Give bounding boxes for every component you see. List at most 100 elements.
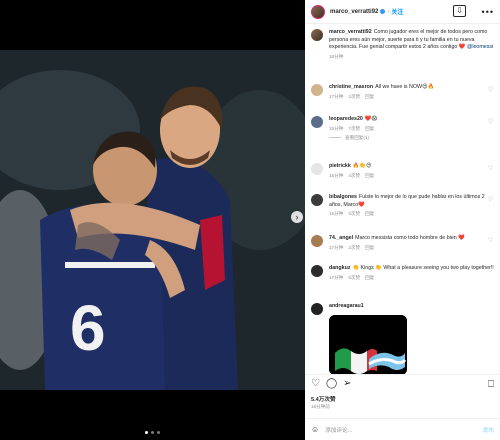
caption-mention[interactable]: @leomessi — [467, 44, 493, 50]
comment-item: bibalgones Fuiste lo mejor de lo que pude… — [311, 194, 496, 217]
comment-body: ❤️😱 — [364, 116, 377, 122]
comment-time: 17分钟 — [329, 274, 344, 280]
italy-argentina-flags-image — [329, 314, 407, 374]
bookmark-icon[interactable]: ⎕ — [488, 379, 494, 390]
more-options-icon[interactable]: ••• — [482, 7, 494, 17]
commenter-username[interactable]: christine_masron — [329, 84, 373, 90]
commenter-username[interactable]: 74._angel — [329, 235, 353, 241]
action-icons: ♡ ◯ ➢ — [311, 379, 352, 389]
comment-item: andreagarau1 — [311, 303, 496, 374]
comment-meta: 17分钟 2次赞 回复 — [329, 245, 496, 251]
commenter-avatar[interactable] — [311, 163, 323, 175]
comment-like-icon[interactable]: ♡ — [488, 165, 493, 172]
caption-username[interactable]: marco_verratti92 — [329, 29, 372, 35]
comment-input[interactable]: 添加评论... — [325, 426, 352, 434]
comment-time: 15分钟 — [329, 125, 344, 131]
comment-like-icon[interactable]: ♡ — [488, 237, 493, 244]
next-slide-button[interactable]: › — [291, 211, 303, 223]
post-media: 6 › — [0, 0, 305, 440]
comment-item: christine_masron All we have is NOW😍🔥 17分… — [311, 84, 496, 100]
comment-body: Marco messista como todo hombre de bien … — [355, 235, 465, 241]
svg-text:6: 6 — [70, 292, 106, 364]
comment-body: 🔥👏😍 — [352, 163, 372, 169]
comment-time: 17分钟 — [329, 244, 344, 250]
comment-body: All we have is NOW😍🔥 — [375, 84, 435, 90]
comment-item: pietrickk 🔥👏😍 15分钟 4次赞 回复 ♡ — [311, 163, 496, 179]
comment-meta: 17分钟 2次赞 回复 — [329, 94, 496, 100]
reply-button[interactable]: 回复 — [365, 94, 374, 99]
comment-likes[interactable]: 7次赞 — [348, 126, 360, 131]
comment-like-icon[interactable]: ♡ — [488, 196, 493, 203]
commenter-avatar[interactable] — [311, 116, 323, 128]
verified-icon — [380, 9, 386, 14]
comment-text: leoparedes20 ❤️😱 — [329, 116, 496, 124]
commenter-avatar[interactable] — [311, 235, 323, 247]
comment-icon[interactable]: ◯ — [326, 379, 337, 389]
commenter-username[interactable]: leoparedes20 — [329, 116, 363, 122]
likes-count[interactable]: 5.4万次赞 — [311, 395, 336, 403]
comment-item: dangkuz 👏 Kings 👏 What a pleasure seeing … — [311, 265, 496, 281]
comment-likes[interactable]: 2次赞 — [348, 94, 360, 99]
follow-button[interactable]: 关注 — [391, 7, 403, 16]
comment-meta: 15分钟 4次赞 回复 — [329, 173, 496, 179]
post-actions: ♡ ◯ ➢ ⎕ 5.4万次赞 18分钟前 — [305, 374, 500, 424]
comment-meta: 15分钟 7次赞 回复 — [329, 126, 496, 132]
comment-time: 17分钟 — [329, 93, 344, 99]
comment-item: leoparedes20 ❤️😱 15分钟 7次赞 回复 查看回复(1) ♡ — [311, 116, 496, 141]
carousel-dot — [157, 431, 160, 434]
comment-like-icon[interactable]: ♡ — [488, 86, 493, 93]
commenter-username[interactable]: pietrickk — [329, 163, 351, 169]
comment-like-icon[interactable]: ♡ — [488, 118, 493, 125]
comment-text: bibalgones Fuiste lo mejor de lo que pude… — [329, 194, 496, 209]
comment-likes[interactable]: 2次赞 — [348, 245, 360, 250]
comment-text: pietrickk 🔥👏😍 — [329, 163, 496, 171]
reply-button[interactable]: 回复 — [365, 245, 374, 250]
commenter-avatar[interactable] — [311, 303, 323, 315]
author-username[interactable]: marco_verratti92 — [330, 9, 378, 15]
caption-meta: 18分钟 — [329, 54, 496, 60]
commenter-username[interactable]: dangkuz — [329, 265, 350, 271]
comment-time: 15分钟 — [329, 211, 344, 216]
emoji-icon[interactable]: ☺ — [311, 425, 319, 434]
players-hugging-image: 6 — [0, 50, 305, 390]
reply-button[interactable]: 回复 — [365, 126, 374, 131]
post-comment-button[interactable]: 发布 — [483, 426, 494, 434]
comment-text: christine_masron All we have is NOW😍🔥 — [329, 84, 496, 92]
caption-text: marco_verratti92 Como jugador eres el mej… — [329, 29, 496, 52]
comment-meta: 15分钟 3次赞 回复 — [329, 211, 496, 217]
commenter-avatar[interactable] — [311, 84, 323, 96]
post-side-panel: marco_verratti92 · 关注 ••• ⇩ marco_verrat… — [305, 0, 500, 440]
carousel-dot — [151, 431, 154, 434]
commenter-avatar[interactable] — [311, 265, 323, 277]
commenter-username[interactable]: bibalgones — [329, 194, 357, 200]
post-time: 18分钟前 — [311, 404, 330, 409]
comment-body: 👏 Kings 👏 What a pleasure seeing you two… — [352, 265, 494, 271]
share-icon[interactable]: ➢ — [343, 379, 351, 389]
commenter-username[interactable]: andreagarau1 — [329, 303, 364, 309]
reply-button[interactable]: 回复 — [365, 173, 374, 178]
view-replies-button[interactable]: 查看回复(1) — [329, 135, 496, 141]
comment-likes[interactable]: 3次赞 — [348, 211, 360, 216]
add-comment-bar: ☺ 添加评论... 发布 — [305, 418, 500, 440]
comment-text: dangkuz 👏 Kings 👏 What a pleasure seeing … — [329, 265, 496, 273]
author-avatar[interactable] — [311, 29, 323, 41]
post-header: marco_verratti92 · 关注 ••• — [305, 0, 500, 24]
heart-icon[interactable]: ♡ — [311, 379, 320, 389]
author-avatar[interactable] — [311, 4, 325, 19]
caption-item: marco_verratti92 Como jugador eres el mej… — [311, 29, 496, 60]
comment-time: 15分钟 — [329, 172, 344, 178]
commenter-avatar[interactable] — [311, 194, 323, 206]
caption-time: 18分钟 — [329, 53, 344, 59]
comment-likes[interactable]: 5次赞 — [348, 275, 360, 280]
reply-button[interactable]: 回复 — [365, 211, 374, 216]
comment-gif-image[interactable] — [329, 314, 407, 374]
comment-likes[interactable]: 4次赞 — [348, 173, 360, 178]
download-icon[interactable]: ⇩ — [453, 5, 466, 17]
reply-button[interactable]: 回复 — [365, 275, 374, 280]
comment-text: andreagarau1 — [329, 303, 496, 311]
comment-like-icon[interactable]: ♡ — [488, 267, 493, 274]
comments-list[interactable]: marco_verratti92 Como jugador eres el mej… — [305, 26, 500, 374]
comment-meta: 17分钟 5次赞 回复 — [329, 275, 496, 281]
post-photo[interactable]: 6 — [0, 50, 305, 390]
carousel-dot — [145, 431, 148, 434]
